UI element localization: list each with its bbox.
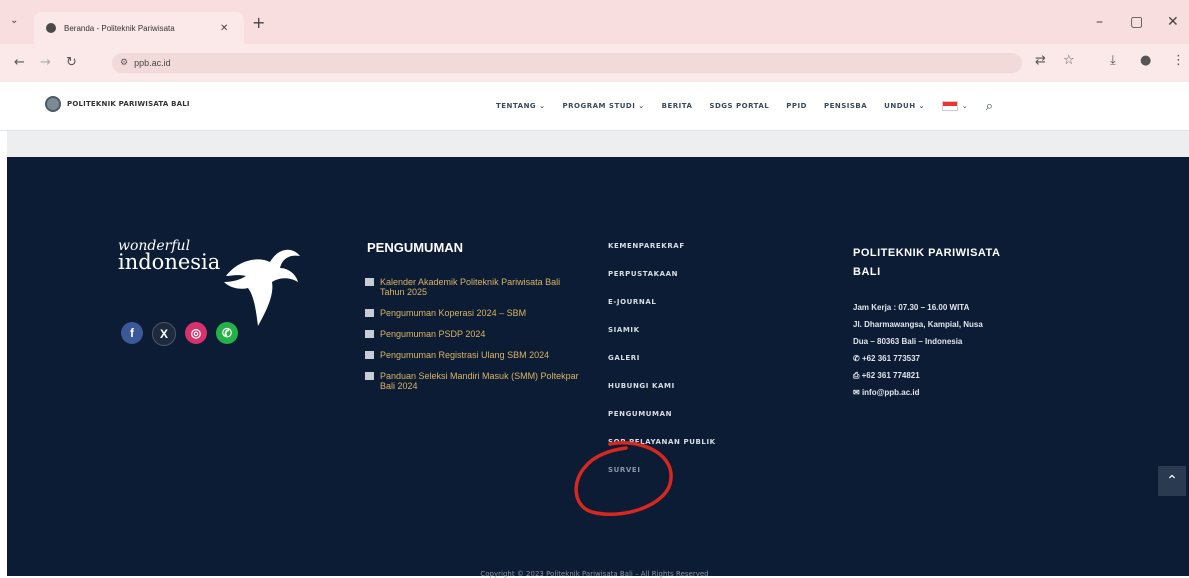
- translate-icon[interactable]: ⇄: [1035, 53, 1046, 68]
- document-icon: [365, 330, 374, 338]
- phone-number: +62 361 773537: [861, 354, 920, 363]
- announcement-text: Pengumuman PSDP 2024: [380, 329, 486, 339]
- email-address: info@ppb.ac.id: [861, 388, 920, 397]
- browser-menu-icon[interactable]: ⋮: [1172, 53, 1185, 68]
- announcement-item[interactable]: Pengumuman Registrasi Ulang SBM 2024: [365, 350, 580, 360]
- address-line-1: Jl. Dharmawangsa, Kampial, Nusa: [853, 320, 983, 329]
- link-kemenparekraf[interactable]: KEMENPAREKRAF: [608, 242, 716, 270]
- site-header: POLITEKNIK PARIWISATA BALI TENTANG ⌄ PRO…: [0, 82, 1189, 131]
- contact-heading-line-2: BALI: [853, 266, 881, 278]
- tab-search-chevron-icon[interactable]: ⌄: [10, 15, 18, 26]
- wonderful-indonesia-logo: wonderful indonesia: [118, 238, 220, 274]
- announcement-text: Pengumuman Koperasi 2024 – SBM: [380, 308, 527, 318]
- announcement-list: Kalender Akademik Politeknik Pariwisata …: [365, 277, 580, 402]
- contact-heading-line-1: POLITEKNIK PARIWISATA: [853, 247, 1001, 259]
- announcement-text: Kalender Akademik Politeknik Pariwisata …: [380, 277, 561, 297]
- link-siamik[interactable]: SIAMIK: [608, 326, 716, 354]
- link-e-journal[interactable]: E-JOURNAL: [608, 298, 716, 326]
- link-hubungi-kami[interactable]: HUBUNGI KAMI: [608, 382, 716, 410]
- link-pengumuman[interactable]: PENGUMUMAN: [608, 410, 716, 438]
- announcement-item[interactable]: Kalender Akademik Politeknik Pariwisata …: [365, 277, 580, 297]
- site-favicon-icon: [46, 23, 56, 33]
- back-icon[interactable]: ←: [14, 55, 25, 70]
- nav-tentang[interactable]: TENTANG ⌄: [496, 102, 545, 110]
- copyright: Copyright © 2023 Politeknik Pariwisata B…: [480, 570, 709, 578]
- bookmark-star-icon[interactable]: ☆: [1063, 53, 1075, 68]
- link-galeri[interactable]: GALERI: [608, 354, 716, 382]
- window-close-icon[interactable]: ✕: [1167, 14, 1179, 30]
- fax-icon: ⎙: [853, 371, 862, 380]
- nav-sdgs-portal[interactable]: SDGS PORTAL: [709, 102, 769, 110]
- address-line-2: Dua – 80363 Bali – Indonesia: [853, 337, 963, 346]
- nav-unduh[interactable]: UNDUH ⌄: [884, 102, 925, 110]
- email-row[interactable]: ✉ info@ppb.ac.id: [853, 384, 983, 401]
- nav-program-studi[interactable]: PROGRAM STUDI ⌄: [562, 102, 644, 110]
- announcement-text: Panduan Seleksi Mandiri Masuk (SMM) Polt…: [380, 371, 579, 391]
- announcement-text: Pengumuman Registrasi Ulang SBM 2024: [380, 350, 550, 360]
- document-icon: [365, 309, 374, 317]
- maximize-icon[interactable]: ▢: [1130, 14, 1143, 30]
- whatsapp-icon[interactable]: ✆: [216, 322, 238, 344]
- reload-icon[interactable]: ↻: [66, 55, 77, 70]
- nav-berita[interactable]: BERITA: [662, 102, 693, 110]
- tab-close-icon[interactable]: ✕: [220, 23, 228, 34]
- site-info-icon[interactable]: ⚙: [120, 58, 128, 68]
- logo-emblem-icon: [45, 96, 61, 112]
- announcement-item[interactable]: Panduan Seleksi Mandiri Masuk (SMM) Polt…: [365, 371, 580, 391]
- profile-icon[interactable]: ●: [1140, 53, 1151, 68]
- browser-tab[interactable]: Beranda - Politeknik Pariwisata ✕: [34, 12, 244, 44]
- site-logo[interactable]: POLITEKNIK PARIWISATA BALI: [45, 96, 190, 112]
- announcements-heading: PENGUMUMAN: [367, 240, 464, 255]
- fax-row: ⎙ +62 361 774821: [853, 367, 983, 384]
- link-perpustakaan[interactable]: PERPUSTAKAAN: [608, 270, 716, 298]
- minimize-icon[interactable]: –: [1096, 14, 1103, 30]
- main-nav: TENTANG ⌄ PROGRAM STUDI ⌄ BERITA SDGS PO…: [496, 82, 993, 130]
- logo-text: POLITEKNIK PARIWISATA BALI: [67, 100, 190, 108]
- url-text: ppb.ac.id: [134, 58, 171, 68]
- document-icon: [365, 372, 374, 380]
- address-bar[interactable]: ⚙ ppb.ac.id: [112, 53, 1022, 73]
- phone-icon: ✆: [853, 354, 862, 363]
- x-twitter-icon[interactable]: X: [152, 322, 176, 346]
- contact-heading: POLITEKNIK PARIWISATA BALI: [853, 244, 1000, 282]
- facebook-icon[interactable]: f: [121, 322, 143, 344]
- tab-title: Beranda - Politeknik Pariwisata: [64, 23, 175, 33]
- download-icon[interactable]: ⤓: [1110, 53, 1116, 68]
- chevron-up-icon: ⌃: [1166, 473, 1178, 489]
- document-icon: [365, 351, 374, 359]
- language-chevron-icon[interactable]: ⌄: [962, 102, 968, 110]
- search-icon[interactable]: ⌕: [986, 99, 993, 114]
- fax-number: +62 361 774821: [861, 371, 920, 380]
- forward-icon[interactable]: →: [40, 55, 51, 70]
- office-hours: Jam Kerja : 07.30 – 16.00 WITA: [853, 303, 970, 312]
- garuda-bird-icon: [224, 249, 300, 326]
- nav-pensisba[interactable]: PENSISBA: [824, 102, 867, 110]
- content-gap: [7, 131, 1189, 157]
- red-annotation-circle: [574, 441, 673, 517]
- language-flag-icon[interactable]: [941, 101, 958, 111]
- phone-row: ✆ +62 361 773537: [853, 350, 983, 367]
- browser-tabstrip: ⌄ Beranda - Politeknik Pariwisata ✕ + – …: [0, 0, 1189, 44]
- announcement-item[interactable]: Pengumuman Koperasi 2024 – SBM: [365, 308, 580, 318]
- nav-ppid[interactable]: PPID: [786, 102, 807, 110]
- brand-line-2: indonesia: [118, 250, 221, 274]
- social-links: f X ◎ ✆: [121, 322, 247, 346]
- contact-info: Jam Kerja : 07.30 – 16.00 WITA Jl. Dharm…: [853, 299, 983, 401]
- back-to-top-button[interactable]: ⌃: [1158, 466, 1186, 496]
- instagram-icon[interactable]: ◎: [185, 322, 207, 344]
- email-icon: ✉: [853, 388, 862, 397]
- announcement-item[interactable]: Pengumuman PSDP 2024: [365, 329, 580, 339]
- new-tab-icon[interactable]: +: [252, 15, 265, 31]
- document-icon: [365, 278, 374, 286]
